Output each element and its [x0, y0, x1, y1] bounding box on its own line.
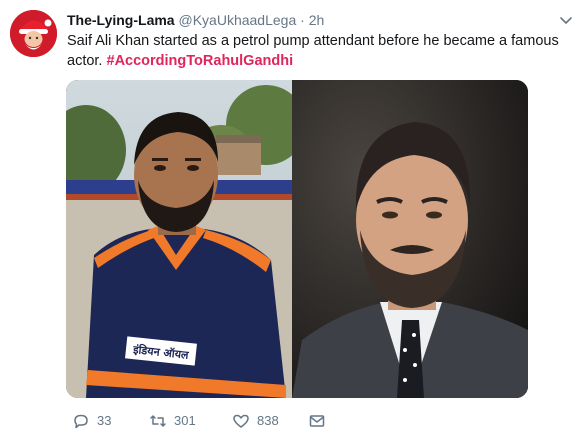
hashtag-link[interactable]: #AccordingToRahulGandhi — [107, 53, 294, 69]
photo-actor[interactable] — [292, 80, 528, 398]
like-button[interactable]: 838 — [232, 411, 279, 431]
user-avatar[interactable] — [10, 10, 57, 57]
direct-message-button[interactable] — [308, 411, 333, 431]
santa-avatar-icon — [10, 10, 57, 57]
retweet-count: 301 — [174, 413, 196, 428]
reply-icon — [74, 414, 88, 429]
separator-dot: · — [300, 12, 305, 28]
tweet-text: Saif Ali Khan started as a petrol pump a… — [67, 31, 567, 71]
like-count: 838 — [257, 413, 279, 428]
envelope-icon — [309, 415, 325, 427]
reply-count: 33 — [97, 413, 112, 428]
tweet-media[interactable]: इंडियन ऑयल — [66, 80, 528, 398]
timestamp[interactable]: 2h — [309, 12, 325, 28]
photo-attendant[interactable]: इंडियन ऑयल — [66, 80, 292, 398]
chevron-down-icon[interactable] — [559, 13, 573, 27]
display-name[interactable]: The-Lying-Lama — [67, 12, 175, 28]
tweet-header: The-Lying-Lama @KyaUkhaadLega · 2h — [67, 11, 324, 29]
reply-button[interactable]: 33 — [72, 411, 111, 431]
retweet-button[interactable]: 301 — [149, 411, 196, 431]
retweet-icon — [150, 415, 166, 427]
heart-icon — [233, 414, 249, 428]
user-handle[interactable]: @KyaUkhaadLega — [179, 12, 297, 28]
